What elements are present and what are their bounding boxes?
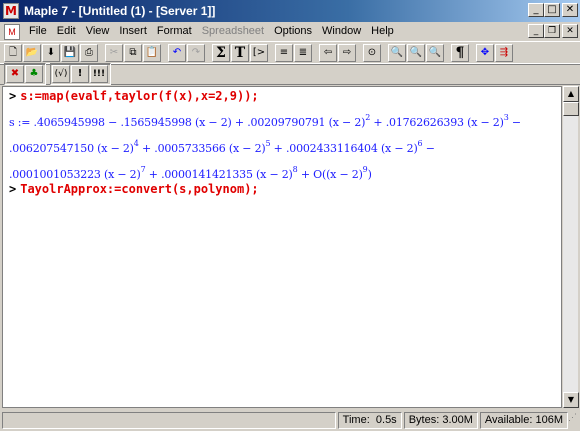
syntax-group: (√) ! !!! bbox=[50, 63, 111, 85]
remove-section-icon[interactable]: ≡ bbox=[275, 44, 293, 62]
back-icon[interactable]: ⇦ bbox=[319, 44, 337, 62]
window-title: Maple 7 - [Untitled (1) - [Server 1]] bbox=[24, 4, 216, 18]
menu-help[interactable]: Help bbox=[366, 23, 399, 40]
vertical-scrollbar[interactable]: ▲ ▼ bbox=[562, 86, 579, 408]
command-text: TayolrApprox:=convert(s,polynom); bbox=[20, 182, 259, 196]
document-window-controls: _ ❐ ✕ bbox=[528, 24, 578, 38]
stop-icon[interactable]: ⊙ bbox=[363, 44, 381, 62]
input-line-2[interactable]: > TayolrApprox:=convert(s,polynom); bbox=[9, 182, 259, 196]
redo-icon[interactable]: ↷ bbox=[187, 44, 205, 62]
status-available: Available: 106M bbox=[479, 412, 568, 429]
forward-icon[interactable]: ⇨ bbox=[338, 44, 356, 62]
math-input-icon[interactable]: Σ bbox=[212, 44, 230, 62]
open-url-icon[interactable]: ⬇ bbox=[42, 44, 60, 62]
input-line-1[interactable]: > s:=map(evalf,taylor(f(x),x=2,9)); bbox=[9, 89, 259, 103]
cut-icon[interactable]: ✂ bbox=[105, 44, 123, 62]
output-line-1: s := .4065945998 − .1565945998 (x − 2) +… bbox=[9, 113, 521, 129]
menu-bar: M File Edit View Insert Format Spreadshe… bbox=[0, 22, 580, 41]
window-controls: _ □ ✕ bbox=[528, 3, 578, 17]
save-icon[interactable]: 💾 bbox=[61, 44, 79, 62]
document-icon[interactable]: M bbox=[4, 23, 20, 40]
main-toolbar: 🗋 📂 ⬇ 💾 ⎙ ✂ ⧉ 📋 ↶ ↷ Σ T [> ≡ ≣ ⇦ ⇨ ⊙ 🔍 🔍… bbox=[0, 41, 580, 65]
output-line-3: .0001001053223 (x − 2)7 + .0000141421335… bbox=[9, 165, 372, 181]
insert-prompt-icon[interactable]: [> bbox=[250, 44, 268, 62]
execute-worksheet-icon[interactable]: !!! bbox=[90, 65, 108, 83]
menu-format[interactable]: Format bbox=[152, 23, 197, 40]
menu-insert[interactable]: Insert bbox=[114, 23, 152, 40]
new-icon[interactable]: 🗋 bbox=[4, 44, 22, 62]
menu-edit[interactable]: Edit bbox=[52, 23, 81, 40]
maximize-button[interactable]: □ bbox=[544, 3, 560, 17]
open-icon[interactable]: 📂 bbox=[23, 44, 41, 62]
doc-close-button[interactable]: ✕ bbox=[562, 24, 578, 38]
undo-icon[interactable]: ↶ bbox=[168, 44, 186, 62]
prompt: > bbox=[9, 89, 17, 103]
maple-app-icon[interactable]: M bbox=[3, 3, 19, 19]
menu-view[interactable]: View bbox=[81, 23, 115, 40]
check-syntax-icon[interactable]: (√) bbox=[52, 65, 70, 83]
zoom-150-icon[interactable]: 🔍 bbox=[407, 44, 425, 62]
resize-grip-icon[interactable]: ⋰ bbox=[568, 412, 580, 429]
title-bar[interactable]: M Maple 7 - [Untitled (1) - [Server 1]] … bbox=[0, 0, 580, 22]
doc-restore-button[interactable]: ❐ bbox=[544, 24, 560, 38]
prompt: > bbox=[9, 182, 17, 196]
maple-leaf-icon[interactable]: ♣ bbox=[25, 65, 43, 83]
text-input-icon[interactable]: T bbox=[231, 44, 249, 62]
command-text: s:=map(evalf,taylor(f(x),x=2,9)); bbox=[20, 89, 259, 103]
stop-exec-icon[interactable]: ✖ bbox=[6, 65, 24, 83]
scroll-up-icon[interactable]: ▲ bbox=[563, 86, 579, 102]
copy-icon[interactable]: ⧉ bbox=[124, 44, 142, 62]
exec-group: ✖ ♣ bbox=[4, 63, 46, 85]
print-icon[interactable]: ⎙ bbox=[80, 44, 98, 62]
menu-spreadsheet[interactable]: Spreadsheet bbox=[197, 23, 269, 40]
menu-file[interactable]: File bbox=[24, 23, 52, 40]
worksheet[interactable]: > s:=map(evalf,taylor(f(x),x=2,9)); s := … bbox=[2, 86, 562, 408]
doc-minimize-button[interactable]: _ bbox=[528, 24, 544, 38]
close-button[interactable]: ✕ bbox=[562, 3, 578, 17]
scroll-down-icon[interactable]: ▼ bbox=[563, 392, 579, 408]
zoom-200-icon[interactable]: 🔍 bbox=[426, 44, 444, 62]
status-bytes: Bytes: 3.00M bbox=[403, 412, 478, 429]
restart-icon[interactable]: ✥ bbox=[476, 44, 494, 62]
output-line-2: .006207547150 (x − 2)4 + .0005733566 (x … bbox=[9, 139, 435, 155]
show-nonprinting-icon[interactable]: ¶ bbox=[451, 44, 469, 62]
execute-all-icon[interactable]: ⇶ bbox=[495, 44, 513, 62]
menu-window[interactable]: Window bbox=[317, 23, 366, 40]
execute-icon[interactable]: ! bbox=[71, 65, 89, 83]
paste-icon[interactable]: 📋 bbox=[143, 44, 161, 62]
add-section-icon[interactable]: ≣ bbox=[294, 44, 312, 62]
context-toolbar: ✖ ♣ (√) ! !!! bbox=[0, 63, 580, 85]
status-message bbox=[2, 412, 336, 429]
maple-window: M Maple 7 - [Untitled (1) - [Server 1]] … bbox=[0, 0, 580, 431]
status-bar: Time: 0.5s Bytes: 3.00M Available: 106M … bbox=[0, 410, 580, 431]
scroll-thumb[interactable] bbox=[563, 102, 579, 116]
zoom-100-icon[interactable]: 🔍 bbox=[388, 44, 406, 62]
minimize-button[interactable]: _ bbox=[528, 3, 544, 17]
menu-options[interactable]: Options bbox=[269, 23, 317, 40]
status-time: Time: 0.5s bbox=[337, 412, 402, 429]
